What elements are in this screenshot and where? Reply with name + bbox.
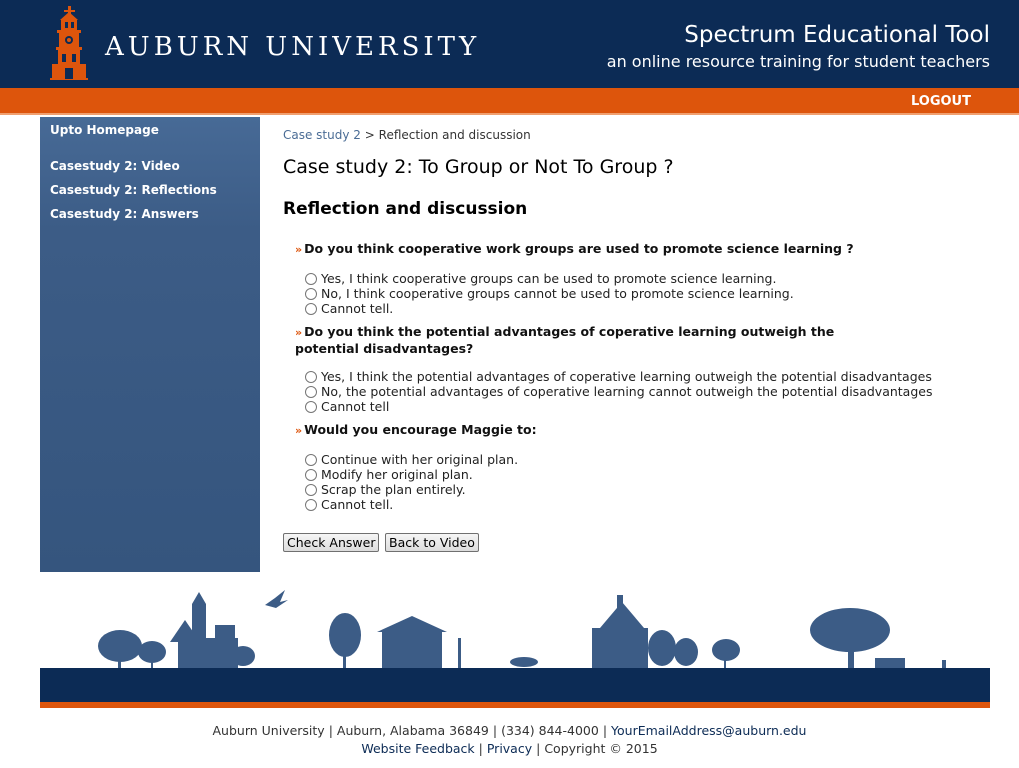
q3-option-continue[interactable]: Continue with her original plan.: [305, 452, 518, 467]
sidebar-item-video[interactable]: Casestudy 2: Video: [50, 159, 180, 173]
sidebar: Upto Homepage Casestudy 2: Video Casestu…: [40, 117, 260, 572]
footer-copyright: Copyright © 2015: [544, 741, 658, 756]
footer: Auburn University | Auburn, Alabama 3684…: [0, 722, 1019, 758]
footer-links-line: Website Feedback | Privacy | Copyright ©…: [361, 741, 658, 756]
q3-radio-continue[interactable]: [305, 454, 317, 466]
question-1-text: Do you think cooperative work groups are…: [304, 241, 854, 256]
footer-privacy-link[interactable]: Privacy: [487, 741, 532, 756]
question-2-text: Do you think the potential advantages of…: [295, 324, 835, 356]
q2-option-yes[interactable]: Yes, I think the potential advantages of…: [305, 369, 932, 384]
q3-radio-cannot-tell[interactable]: [305, 499, 317, 511]
back-to-video-button[interactable]: Back to Video: [385, 533, 479, 552]
q1-option-no[interactable]: No, I think cooperative groups cannot be…: [305, 286, 794, 301]
q3-option-cannot-tell[interactable]: Cannot tell.: [305, 497, 393, 512]
q1-option-yes[interactable]: Yes, I think cooperative groups can be u…: [305, 271, 776, 286]
q1-radio-no[interactable]: [305, 288, 317, 300]
q1-radio-cannot-tell[interactable]: [305, 303, 317, 315]
q3-radio-modify[interactable]: [305, 469, 317, 481]
campus-skyline-illustration: [40, 590, 990, 708]
site-title: Spectrum Educational Tool: [684, 22, 990, 48]
breadcrumb-link-case-study[interactable]: Case study 2: [283, 128, 361, 142]
q3-option-modify-label: Modify her original plan.: [321, 467, 473, 482]
site-subtitle: an online resource training for student …: [606, 52, 990, 71]
footer-org: Auburn University: [212, 723, 325, 738]
q2-radio-cannot-tell[interactable]: [305, 401, 317, 413]
footer-feedback-link[interactable]: Website Feedback: [361, 741, 474, 756]
q3-option-continue-label: Continue with her original plan.: [321, 452, 519, 467]
q1-option-yes-label: Yes, I think cooperative groups can be u…: [321, 271, 777, 286]
q1-radio-yes[interactable]: [305, 273, 317, 285]
breadcrumb-separator: >: [364, 128, 375, 142]
question-1: » Do you think cooperative work groups ar…: [295, 241, 895, 258]
q2-radio-yes[interactable]: [305, 371, 317, 383]
question-2: » Do you think the potential advantages o…: [295, 324, 895, 357]
bullet-icon: »: [295, 243, 303, 256]
q3-radio-scrap[interactable]: [305, 484, 317, 496]
footer-email-link[interactable]: YourEmailAddress@auburn.edu: [611, 723, 806, 738]
q2-option-cannot-tell[interactable]: Cannot tell: [305, 399, 389, 414]
q3-option-scrap[interactable]: Scrap the plan entirely.: [305, 482, 466, 497]
q1-option-no-label: No, I think cooperative groups cannot be…: [321, 286, 794, 301]
footer-address: Auburn, Alabama 36849: [336, 723, 489, 738]
q1-option-cannot-tell-label: Cannot tell.: [321, 301, 394, 316]
sidebar-item-answers[interactable]: Casestudy 2: Answers: [50, 207, 199, 221]
q3-option-modify[interactable]: Modify her original plan.: [305, 467, 473, 482]
question-3-text: Would you encourage Maggie to:: [304, 422, 537, 437]
q2-option-no[interactable]: No, the potential advantages of coperati…: [305, 384, 932, 399]
breadcrumb: Case study 2 > Reflection and discussion: [283, 128, 531, 142]
breadcrumb-current: Reflection and discussion: [378, 128, 531, 142]
footer-phone: (334) 844-4000: [501, 723, 599, 738]
site-header: AUBURN UNIVERSITY Spectrum Educational T…: [0, 0, 1019, 88]
top-nav-bar: LOGOUT: [0, 88, 1019, 115]
question-3: » Would you encourage Maggie to:: [295, 422, 895, 439]
footer-contact-line: Auburn University | Auburn, Alabama 3684…: [212, 723, 807, 738]
logout-link[interactable]: LOGOUT: [911, 94, 971, 109]
section-title: Reflection and discussion: [283, 199, 528, 219]
q1-option-cannot-tell[interactable]: Cannot tell.: [305, 301, 393, 316]
check-answer-button[interactable]: Check Answer: [283, 533, 380, 552]
q2-option-no-label: No, the potential advantages of coperati…: [321, 384, 933, 399]
bullet-icon: »: [295, 424, 303, 437]
page-title: Case study 2: To Group or Not To Group ?: [283, 156, 674, 178]
sidebar-item-reflections[interactable]: Casestudy 2: Reflections: [50, 183, 217, 197]
q3-option-scrap-label: Scrap the plan entirely.: [321, 482, 466, 497]
university-name: AUBURN UNIVERSITY: [105, 32, 481, 62]
q3-option-cannot-tell-label: Cannot tell.: [321, 497, 394, 512]
q2-option-cannot-tell-label: Cannot tell: [321, 399, 390, 414]
bullet-icon: »: [295, 326, 303, 339]
sidebar-item-homepage[interactable]: Upto Homepage: [50, 123, 159, 137]
auburn-tower-logo-icon[interactable]: [50, 6, 94, 80]
q2-radio-no[interactable]: [305, 386, 317, 398]
q2-option-yes-label: Yes, I think the potential advantages of…: [321, 369, 932, 384]
